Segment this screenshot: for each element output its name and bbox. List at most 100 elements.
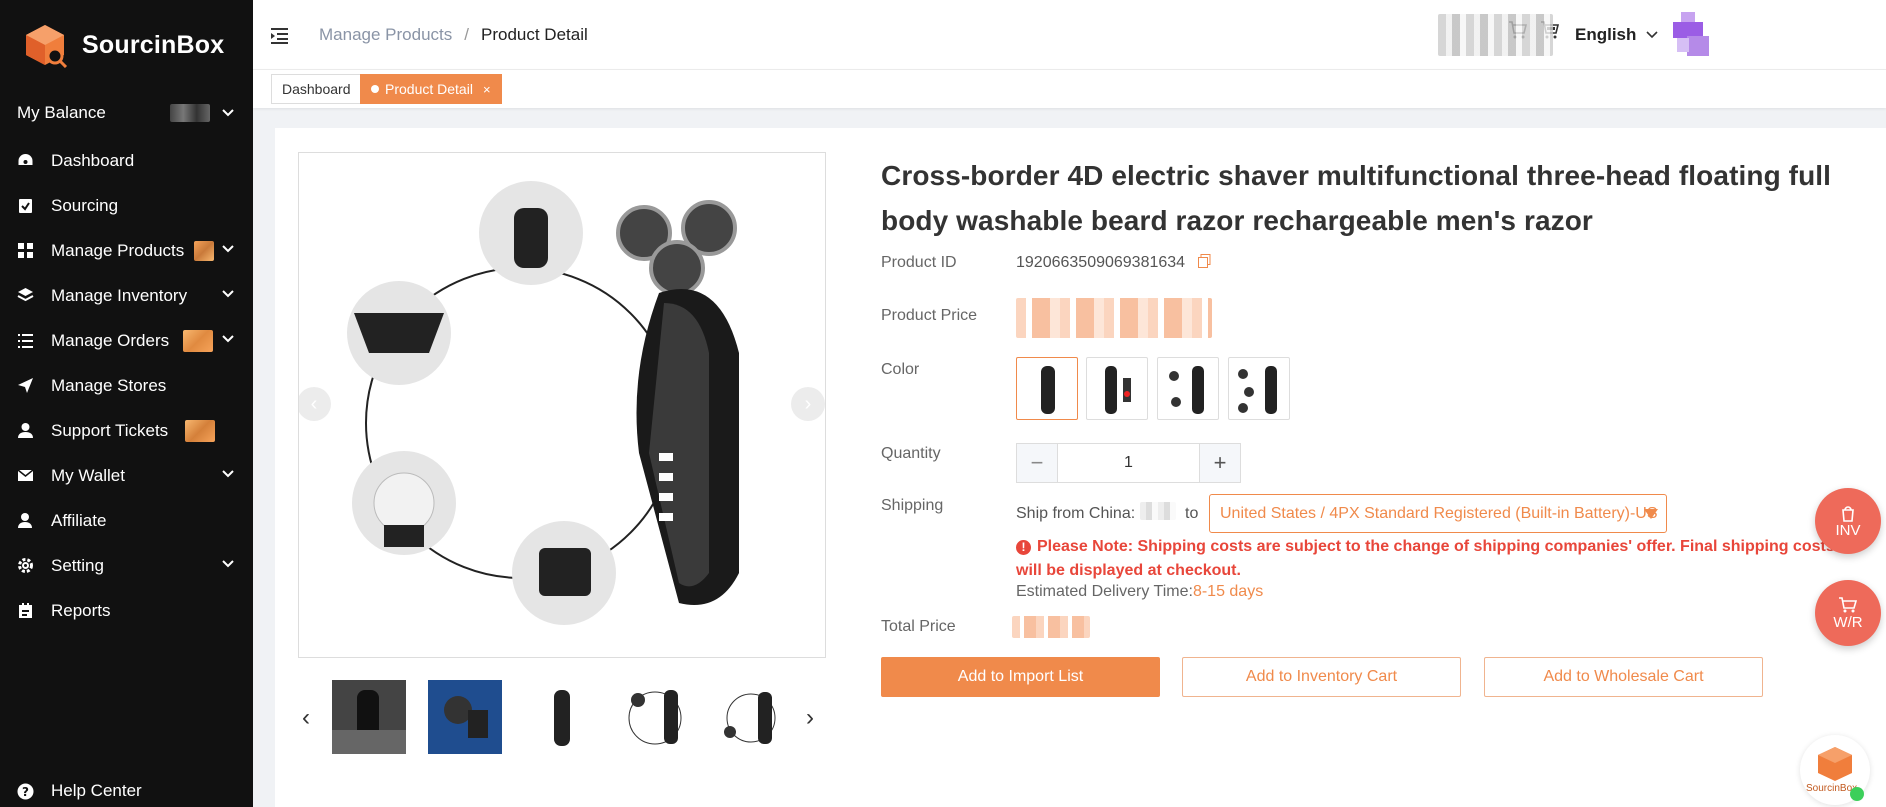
help-center[interactable]: ? Help Center: [17, 779, 142, 803]
sidebar-item-label: Manage Orders: [51, 330, 170, 350]
product-id-label: Product ID: [881, 254, 957, 271]
clipboard-icon: [17, 197, 34, 214]
add-to-import-list-button[interactable]: Add to Import List: [881, 657, 1160, 697]
logo-box-icon: [22, 22, 68, 69]
tab-dashboard[interactable]: Dashboard: [271, 74, 362, 104]
warning-icon: !: [1016, 540, 1031, 555]
shipping-method-select[interactable]: United States / 4PX Standard Registered …: [1209, 494, 1667, 533]
sidebar-item-label: Sourcing: [51, 195, 119, 215]
product-price-label: Product Price: [881, 307, 978, 324]
sidebar-item-manage-inventory[interactable]: Manage Inventory: [0, 273, 253, 318]
caret-down-icon: [1644, 509, 1658, 519]
my-balance[interactable]: My Balance: [0, 90, 253, 136]
breadcrumb-separator: /: [464, 25, 469, 44]
ship-from-label: Ship from China:: [1016, 505, 1136, 522]
sidebar-item-label: Setting: [51, 555, 104, 575]
menu-fold-icon[interactable]: [271, 27, 291, 45]
color-option[interactable]: [1086, 357, 1148, 420]
estimated-delivery: Estimated Delivery Time:8-15 days: [1016, 583, 1263, 601]
shipping-label: Shipping: [881, 497, 944, 514]
sidebar-item-label: Reports: [51, 600, 111, 620]
breadcrumb: Manage Products / Product Detail: [319, 25, 588, 45]
inventory-float-button[interactable]: INV: [1815, 488, 1881, 554]
color-option[interactable]: [1016, 357, 1078, 420]
online-status-dot: [1850, 787, 1864, 801]
grid-icon: [17, 242, 34, 259]
tab-label: Product Detail: [385, 81, 473, 97]
sidebar-item-reports[interactable]: Reports: [0, 588, 253, 633]
sidebar: SourcinBox My Balance Dashboard Sourcing…: [0, 0, 253, 807]
shipping-note: ! Please Note: Shipping costs are subject…: [1016, 535, 1846, 583]
ship-from-redacted: [1140, 502, 1176, 520]
quantity-stepper: − 1 +: [1016, 443, 1241, 483]
shipping-method-value: United States / 4PX Standard Registered …: [1220, 504, 1658, 522]
inv-label: INV: [1835, 521, 1861, 539]
ship-to-label: to: [1185, 505, 1199, 522]
note-text: Shipping costs are subject to the change…: [1016, 538, 1835, 579]
wholesale-float-button[interactable]: W/R: [1815, 580, 1881, 646]
color-option[interactable]: [1228, 357, 1290, 420]
quantity-decrease-button[interactable]: −: [1017, 444, 1057, 482]
sidebar-item-support-tickets[interactable]: Support Tickets: [0, 408, 253, 453]
chevron-right-icon[interactable]: ›: [806, 704, 814, 732]
tabs-bar: Dashboard Product Detail ×: [253, 70, 1886, 108]
thumbnail[interactable]: [428, 680, 502, 754]
thumbnail-strip: ‹ ›: [298, 680, 826, 756]
add-to-inventory-cart-button[interactable]: Add to Inventory Cart: [1182, 657, 1461, 697]
chevron-down-icon: [222, 245, 234, 253]
sidebar-item-affiliate[interactable]: Affiliate: [0, 498, 253, 543]
thumbnail[interactable]: [332, 680, 406, 754]
sidebar-item-label: Dashboard: [51, 150, 135, 170]
note-prefix: Please Note:: [1037, 538, 1134, 555]
tab-product-detail[interactable]: Product Detail ×: [360, 74, 502, 104]
breadcrumb-product-detail: Product Detail: [480, 25, 588, 44]
bag-icon: [1842, 505, 1854, 522]
brand-logo[interactable]: SourcinBox: [0, 0, 253, 90]
sidebar-item-manage-stores[interactable]: Manage Stores: [0, 363, 253, 408]
report-icon: [17, 602, 34, 619]
avatar[interactable]: [1673, 12, 1713, 56]
user-support-icon: [17, 422, 34, 439]
mail-icon: [17, 467, 34, 484]
sidebar-item-dashboard[interactable]: Dashboard: [0, 138, 253, 183]
total-price-redacted: [1012, 616, 1090, 638]
thumbnail[interactable]: [620, 680, 694, 754]
sidebar-item-manage-products[interactable]: Manage Products: [0, 228, 253, 273]
color-option[interactable]: [1157, 357, 1219, 420]
chevron-down-icon: [222, 109, 234, 117]
chevron-down-icon: [222, 335, 234, 343]
sidebar-item-manage-orders[interactable]: Manage Orders: [0, 318, 253, 363]
breadcrumb-manage-products[interactable]: Manage Products: [319, 25, 452, 45]
tab-label: Dashboard: [282, 81, 351, 97]
thumbnail[interactable]: [716, 680, 790, 754]
close-icon[interactable]: ×: [483, 82, 491, 97]
layers-icon: [17, 287, 34, 304]
product-main-image: ‹ ›: [298, 152, 826, 658]
badge-redacted: [194, 241, 214, 261]
product-price-redacted: [1016, 298, 1212, 338]
thumbnail[interactable]: [524, 680, 598, 754]
eta-value: 8-15 days: [1192, 583, 1264, 600]
dashboard-icon: [17, 152, 34, 169]
quantity-increase-button[interactable]: +: [1200, 444, 1240, 482]
sidebar-item-setting[interactable]: Setting: [0, 543, 253, 588]
chevron-down-icon: [222, 290, 234, 298]
sidebar-item-my-wallet[interactable]: My Wallet: [0, 453, 253, 498]
sidebar-item-sourcing[interactable]: Sourcing: [0, 183, 253, 228]
quantity-input[interactable]: 1: [1057, 444, 1200, 482]
copy-icon[interactable]: [1197, 254, 1211, 268]
eta-label: Estimated Delivery Time:: [1016, 583, 1193, 600]
active-dot: [371, 85, 379, 93]
balance-value-redacted: [170, 104, 210, 122]
chevron-down-icon: [1646, 31, 1658, 39]
gear-icon: [17, 557, 34, 574]
carousel-prev-button[interactable]: ‹: [299, 387, 331, 421]
add-to-wholesale-cart-button[interactable]: Add to Wholesale Cart: [1484, 657, 1763, 697]
carousel-next-button[interactable]: ›: [791, 387, 825, 421]
chevron-left-icon[interactable]: ‹: [302, 704, 310, 732]
language-selector[interactable]: English: [1575, 25, 1658, 45]
sidebar-item-label: My Wallet: [51, 465, 125, 485]
sidebar-item-label: Manage Inventory: [51, 285, 188, 305]
badge-redacted: [183, 330, 213, 352]
username-redacted: [1438, 14, 1553, 56]
